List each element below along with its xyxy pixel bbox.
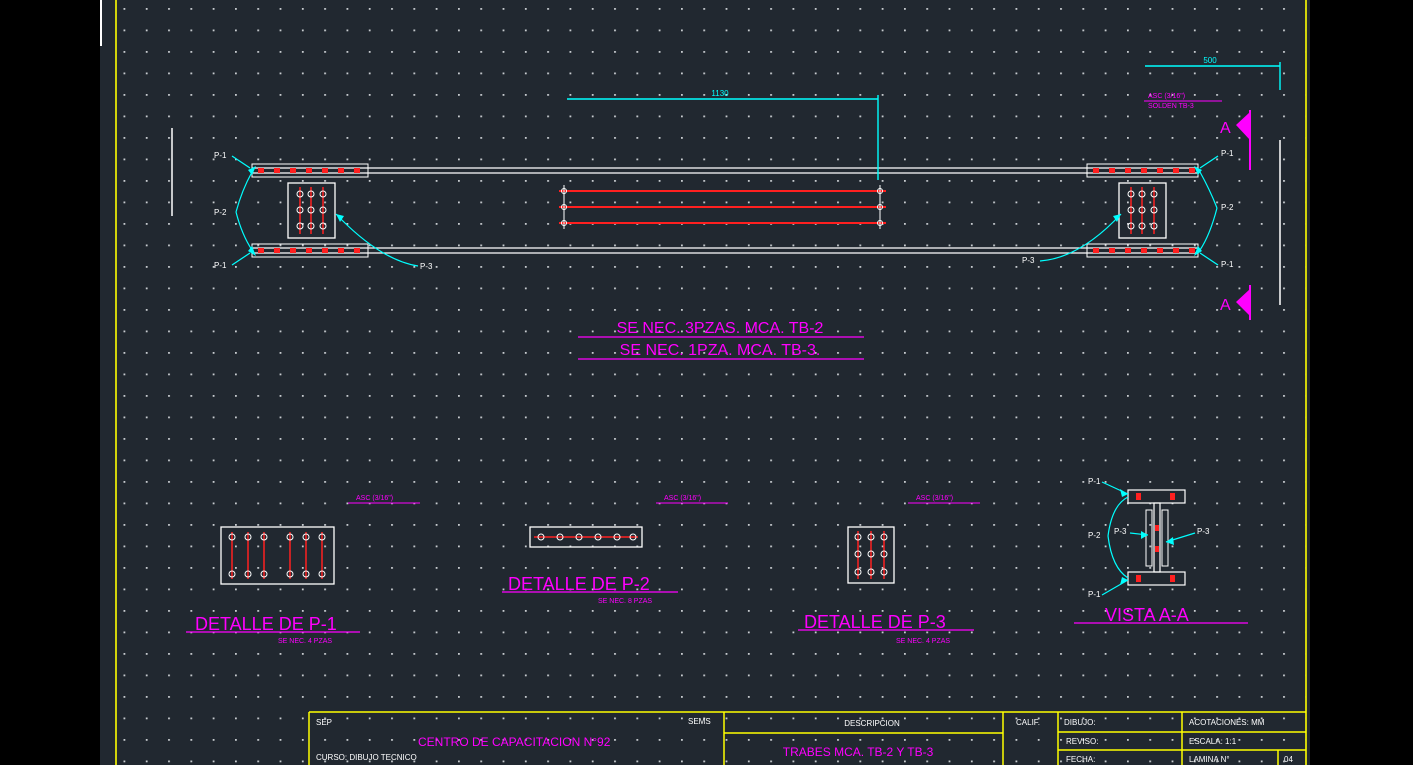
detail-p1-title: DETALLE DE P-1 bbox=[195, 614, 337, 634]
side-note-line1: ASC (3/16") bbox=[1148, 93, 1185, 100]
tb-acotaciones: ACOTACIONES: MM bbox=[1189, 718, 1265, 727]
tb-fecha: FECHA: bbox=[1066, 755, 1095, 764]
detail-p2-qty: SE NEC. 8 PZAS bbox=[598, 598, 652, 605]
section-label-right-p3: P-3 bbox=[1197, 527, 1210, 536]
detail-p3-weld: ASC (3/16") bbox=[916, 495, 953, 502]
detail-p3-title: DETALLE DE P-3 bbox=[804, 612, 946, 632]
dimension-1130-text: 1130 bbox=[711, 89, 729, 98]
label-left-top-p1: P-1 bbox=[214, 151, 227, 160]
detail-p2-weld: ASC (3/16") bbox=[664, 495, 701, 502]
section-label-left-p3: P-3 bbox=[1114, 527, 1127, 536]
detail-p2-title: DETALLE DE P-2 bbox=[508, 574, 650, 594]
section-label-bottom-p1: P-1 bbox=[1088, 590, 1101, 599]
label-right-mid-p2: P-2 bbox=[1221, 203, 1234, 212]
tb-dibujo: DIBUJO: bbox=[1064, 718, 1096, 727]
label-right-top-p1: P-1 bbox=[1221, 149, 1234, 158]
svg-text:A: A bbox=[1220, 120, 1231, 137]
dimension-500-text: 500 bbox=[1203, 56, 1217, 65]
detail-p1-qty: SE NEC. 4 PZAS bbox=[278, 638, 332, 645]
section-label-top-p1: P-1 bbox=[1088, 477, 1101, 486]
detail-p1-weld: ASC (3/16") bbox=[356, 495, 393, 502]
tb-escala: ESCALA: 1:1 bbox=[1189, 737, 1237, 746]
tb-course: CURSO: DIBUJO TECNICO bbox=[316, 753, 417, 762]
tb-semis: SEMS bbox=[688, 717, 711, 726]
side-note-line2: SOLDEN TB-3 bbox=[1148, 103, 1194, 110]
grid-dots bbox=[116, 0, 1306, 765]
tb-calif: CALIF. bbox=[1016, 718, 1040, 727]
label-right-p3: P-3 bbox=[1022, 256, 1035, 265]
tb-sep: SEP bbox=[316, 718, 332, 727]
tb-reviso: REVISO: bbox=[1066, 737, 1098, 746]
label-left-p3: P-3 bbox=[420, 262, 433, 271]
center-rebars bbox=[559, 185, 886, 229]
label-right-bottom-p1: P-1 bbox=[1221, 260, 1234, 269]
label-left-mid-p2: P-2 bbox=[214, 208, 227, 217]
svg-text:A: A bbox=[1220, 297, 1231, 314]
tb-center: CENTRO DE CAPACITACION N°92 bbox=[418, 735, 611, 749]
label-left-bottom-p1: P-1 bbox=[214, 261, 227, 270]
tb-descripcion-header: DESCRIPCION bbox=[844, 719, 900, 728]
section-label-mid-p2: P-2 bbox=[1088, 531, 1101, 540]
detail-p3-qty: SE NEC. 4 PZAS bbox=[896, 638, 950, 645]
note-line1: SE NEC. 3PZAS. MCA. TB-2 bbox=[617, 320, 824, 337]
cad-drawing-canvas[interactable]: 1130 500 ASC (3/16") SOLDEN TB-3 A A P-1… bbox=[0, 0, 1413, 765]
tb-lamina-num: 04 bbox=[1284, 755, 1293, 764]
tb-lamina: LAMINA N° bbox=[1189, 755, 1230, 764]
section-title: VISTA A-A bbox=[1105, 605, 1189, 625]
tb-descripcion: TRABES MCA. TB-2 Y TB-3 bbox=[783, 745, 934, 759]
note-line2: SE NEC. 1PZA. MCA. TB-3. bbox=[620, 342, 821, 359]
